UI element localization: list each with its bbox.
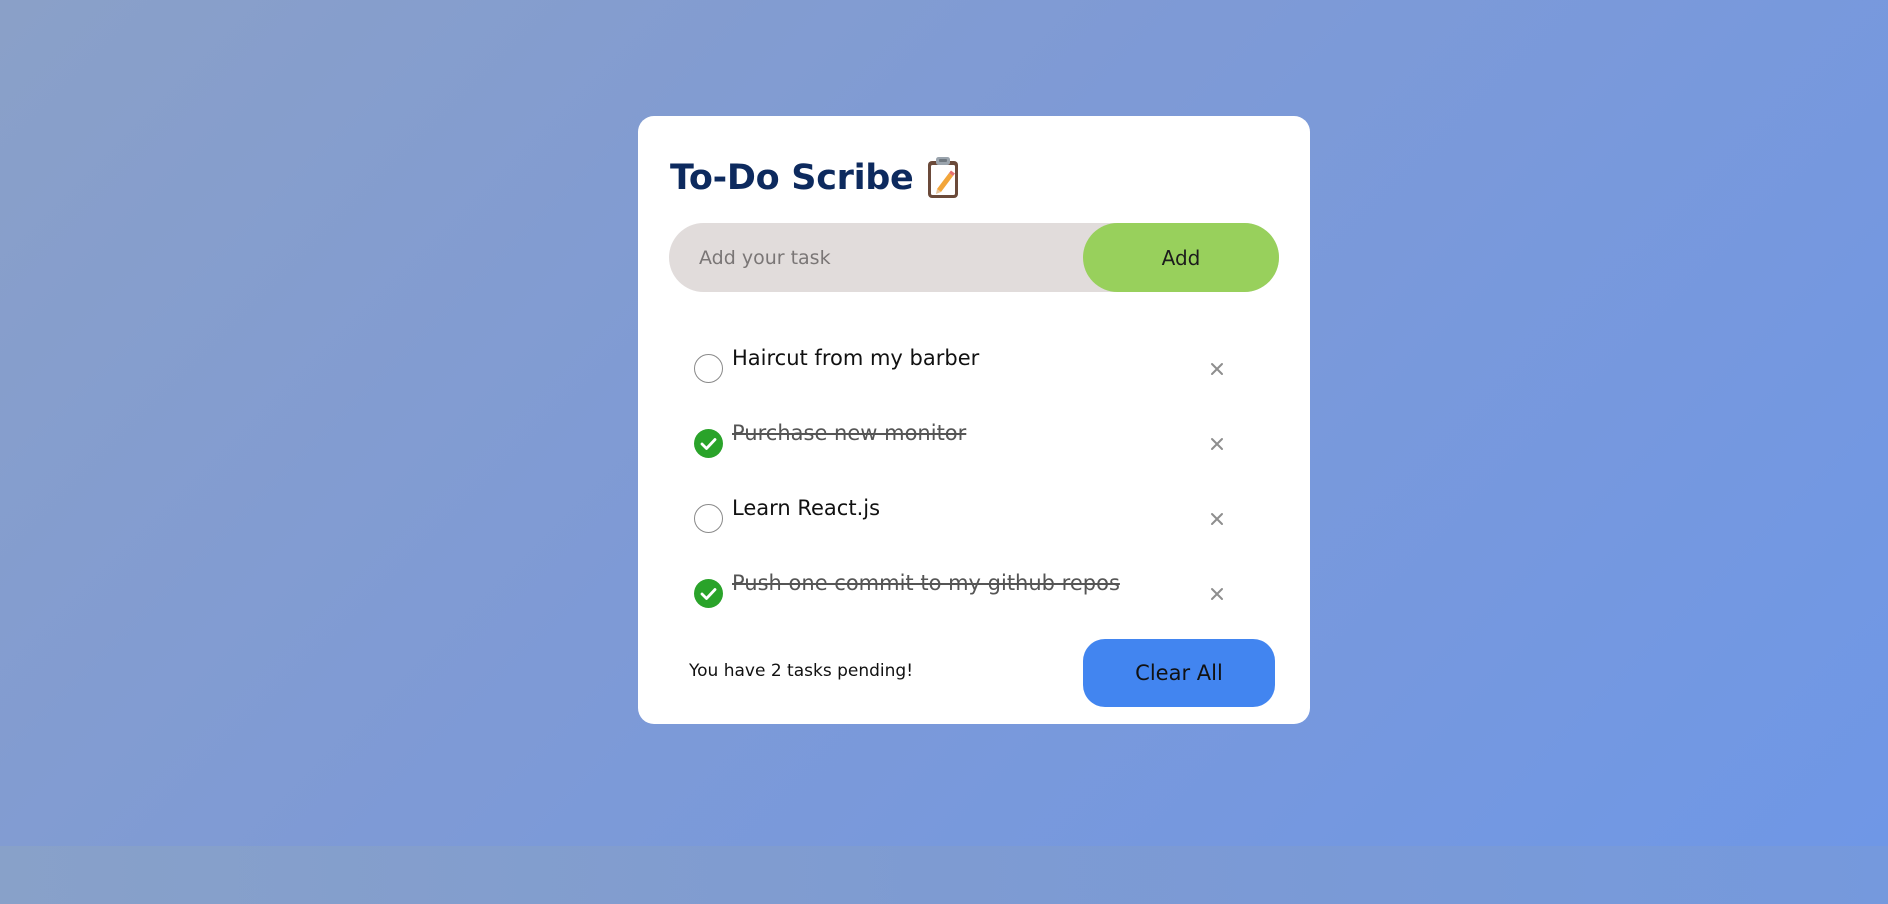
checkmark-icon[interactable] [694,579,723,608]
task-input[interactable] [699,223,1079,292]
task-item: Haircut from my barber [694,332,1254,407]
checkbox-unchecked[interactable] [694,504,723,533]
task-text[interactable]: Haircut from my barber [732,346,979,370]
task-text[interactable]: Learn React.js [732,496,880,520]
header: To-Do Scribe [670,154,960,202]
checkbox-unchecked[interactable] [694,354,723,383]
page-bottom-strip [0,846,1888,904]
close-icon[interactable] [1206,583,1228,605]
task-item: Learn React.js [694,482,1254,557]
task-list: Haircut from my barber Purchase new moni… [694,332,1254,632]
clear-all-button[interactable]: Clear All [1083,639,1275,707]
checkmark-icon[interactable] [694,429,723,458]
add-button[interactable]: Add [1083,223,1279,292]
clipboard-pencil-icon [926,156,960,200]
task-text[interactable]: Purchase new monitor [732,421,966,445]
task-item: Push one commit to my github repos [694,557,1254,632]
task-text[interactable]: Push one commit to my github repos [732,571,1120,595]
close-icon[interactable] [1206,433,1228,455]
task-item: Purchase new monitor [694,407,1254,482]
app-title: To-Do Scribe [670,158,914,198]
pending-count-text: You have 2 tasks pending! [689,661,914,681]
close-icon[interactable] [1206,358,1228,380]
close-icon[interactable] [1206,508,1228,530]
todo-card: To-Do Scribe Add Haircut from my barber [638,116,1310,724]
add-task-bar: Add [669,223,1279,292]
